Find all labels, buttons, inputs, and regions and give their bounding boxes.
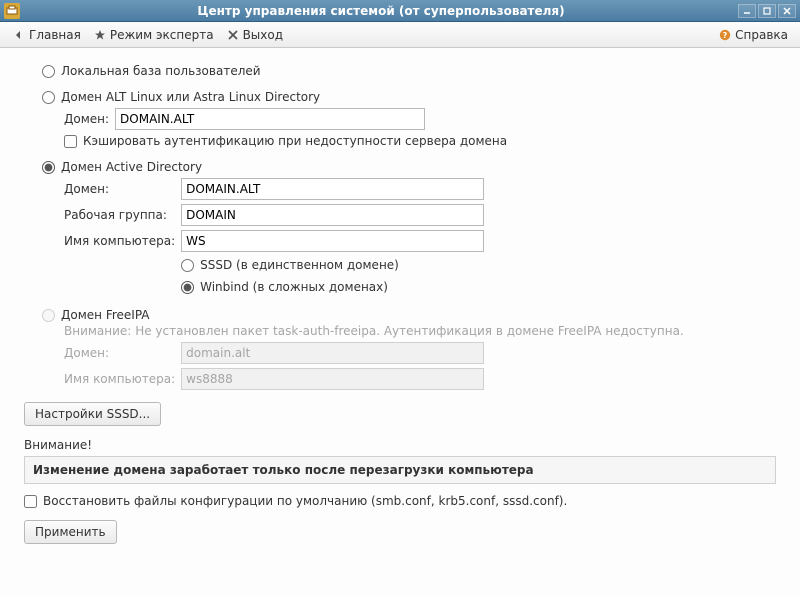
radio-local-db-label: Локальная база пользователей [61, 64, 261, 78]
radio-freeipa-domain[interactable] [42, 309, 55, 322]
restore-defaults-label: Восстановить файлы конфигурации по умолч… [43, 494, 567, 508]
toolbar-expert-label: Режим эксперта [110, 28, 214, 42]
content-area: Локальная база пользователей Домен ALT L… [0, 48, 800, 595]
window-titlebar: Центр управления системой (от суперпольз… [0, 0, 800, 22]
sssd-settings-button[interactable]: Настройки SSSD... [24, 402, 161, 426]
toolbar-exit[interactable]: Выход [220, 26, 289, 44]
radio-sssd-backend-label: SSSD (в единственном домене) [200, 258, 399, 272]
toolbar-exit-label: Выход [243, 28, 283, 42]
toolbar-help[interactable]: ? Справка [712, 26, 794, 44]
notice-heading: Внимание! [24, 438, 776, 452]
app-icon [4, 3, 20, 19]
ad-domain-field-label: Домен: [64, 182, 175, 196]
radio-winbind-backend-label: Winbind (в сложных доменах) [200, 280, 388, 294]
help-icon: ? [718, 28, 732, 42]
main-toolbar: Главная Режим эксперта Выход ? Справка [0, 22, 800, 48]
window-title: Центр управления системой (от суперпольз… [24, 4, 738, 18]
ad-computer-field-label: Имя компьютера: [64, 234, 175, 248]
ad-workgroup-field[interactable] [181, 204, 484, 226]
window-minimize-button[interactable] [738, 4, 756, 18]
radio-ad-domain-label: Домен Active Directory [61, 160, 202, 174]
back-arrow-icon [12, 28, 26, 42]
alt-domain-field[interactable] [115, 108, 425, 130]
toolbar-expert-mode[interactable]: Режим эксперта [87, 26, 220, 44]
freeipa-computer-field [181, 368, 484, 390]
freeipa-warning-label: Внимание: [64, 324, 131, 338]
window-close-button[interactable] [778, 4, 796, 18]
star-icon [93, 28, 107, 42]
ad-computer-field[interactable] [181, 230, 484, 252]
notice-box: Изменение домена заработает только после… [24, 456, 776, 484]
toolbar-help-label: Справка [735, 28, 788, 42]
apply-button[interactable]: Применить [24, 520, 117, 544]
restore-defaults-checkbox[interactable] [24, 495, 37, 508]
alt-domain-field-label: Домен: [64, 112, 109, 126]
radio-local-db[interactable] [42, 65, 55, 78]
freeipa-warning-text: Не установлен пакет task-auth-freeipa. А… [135, 324, 684, 338]
ad-domain-field[interactable] [181, 178, 484, 200]
radio-ad-domain[interactable] [42, 161, 55, 174]
svg-text:?: ? [723, 31, 728, 40]
radio-sssd-backend[interactable] [181, 259, 194, 272]
toolbar-home[interactable]: Главная [6, 26, 87, 44]
radio-winbind-backend[interactable] [181, 281, 194, 294]
close-icon [226, 28, 240, 42]
freeipa-domain-field [181, 342, 484, 364]
radio-freeipa-domain-label: Домен FreeIPA [61, 308, 150, 322]
radio-alt-domain[interactable] [42, 91, 55, 104]
window-maximize-button[interactable] [758, 4, 776, 18]
toolbar-home-label: Главная [29, 28, 81, 42]
ad-workgroup-field-label: Рабочая группа: [64, 208, 175, 222]
radio-alt-domain-label: Домен ALT Linux или Astra Linux Director… [61, 90, 320, 104]
freeipa-domain-field-label: Домен: [64, 346, 175, 360]
notice-text: Изменение домена заработает только после… [33, 463, 534, 477]
freeipa-computer-field-label: Имя компьютера: [64, 372, 175, 386]
alt-cache-label: Кэшировать аутентификацию при недоступно… [83, 134, 507, 148]
alt-cache-checkbox[interactable] [64, 135, 77, 148]
